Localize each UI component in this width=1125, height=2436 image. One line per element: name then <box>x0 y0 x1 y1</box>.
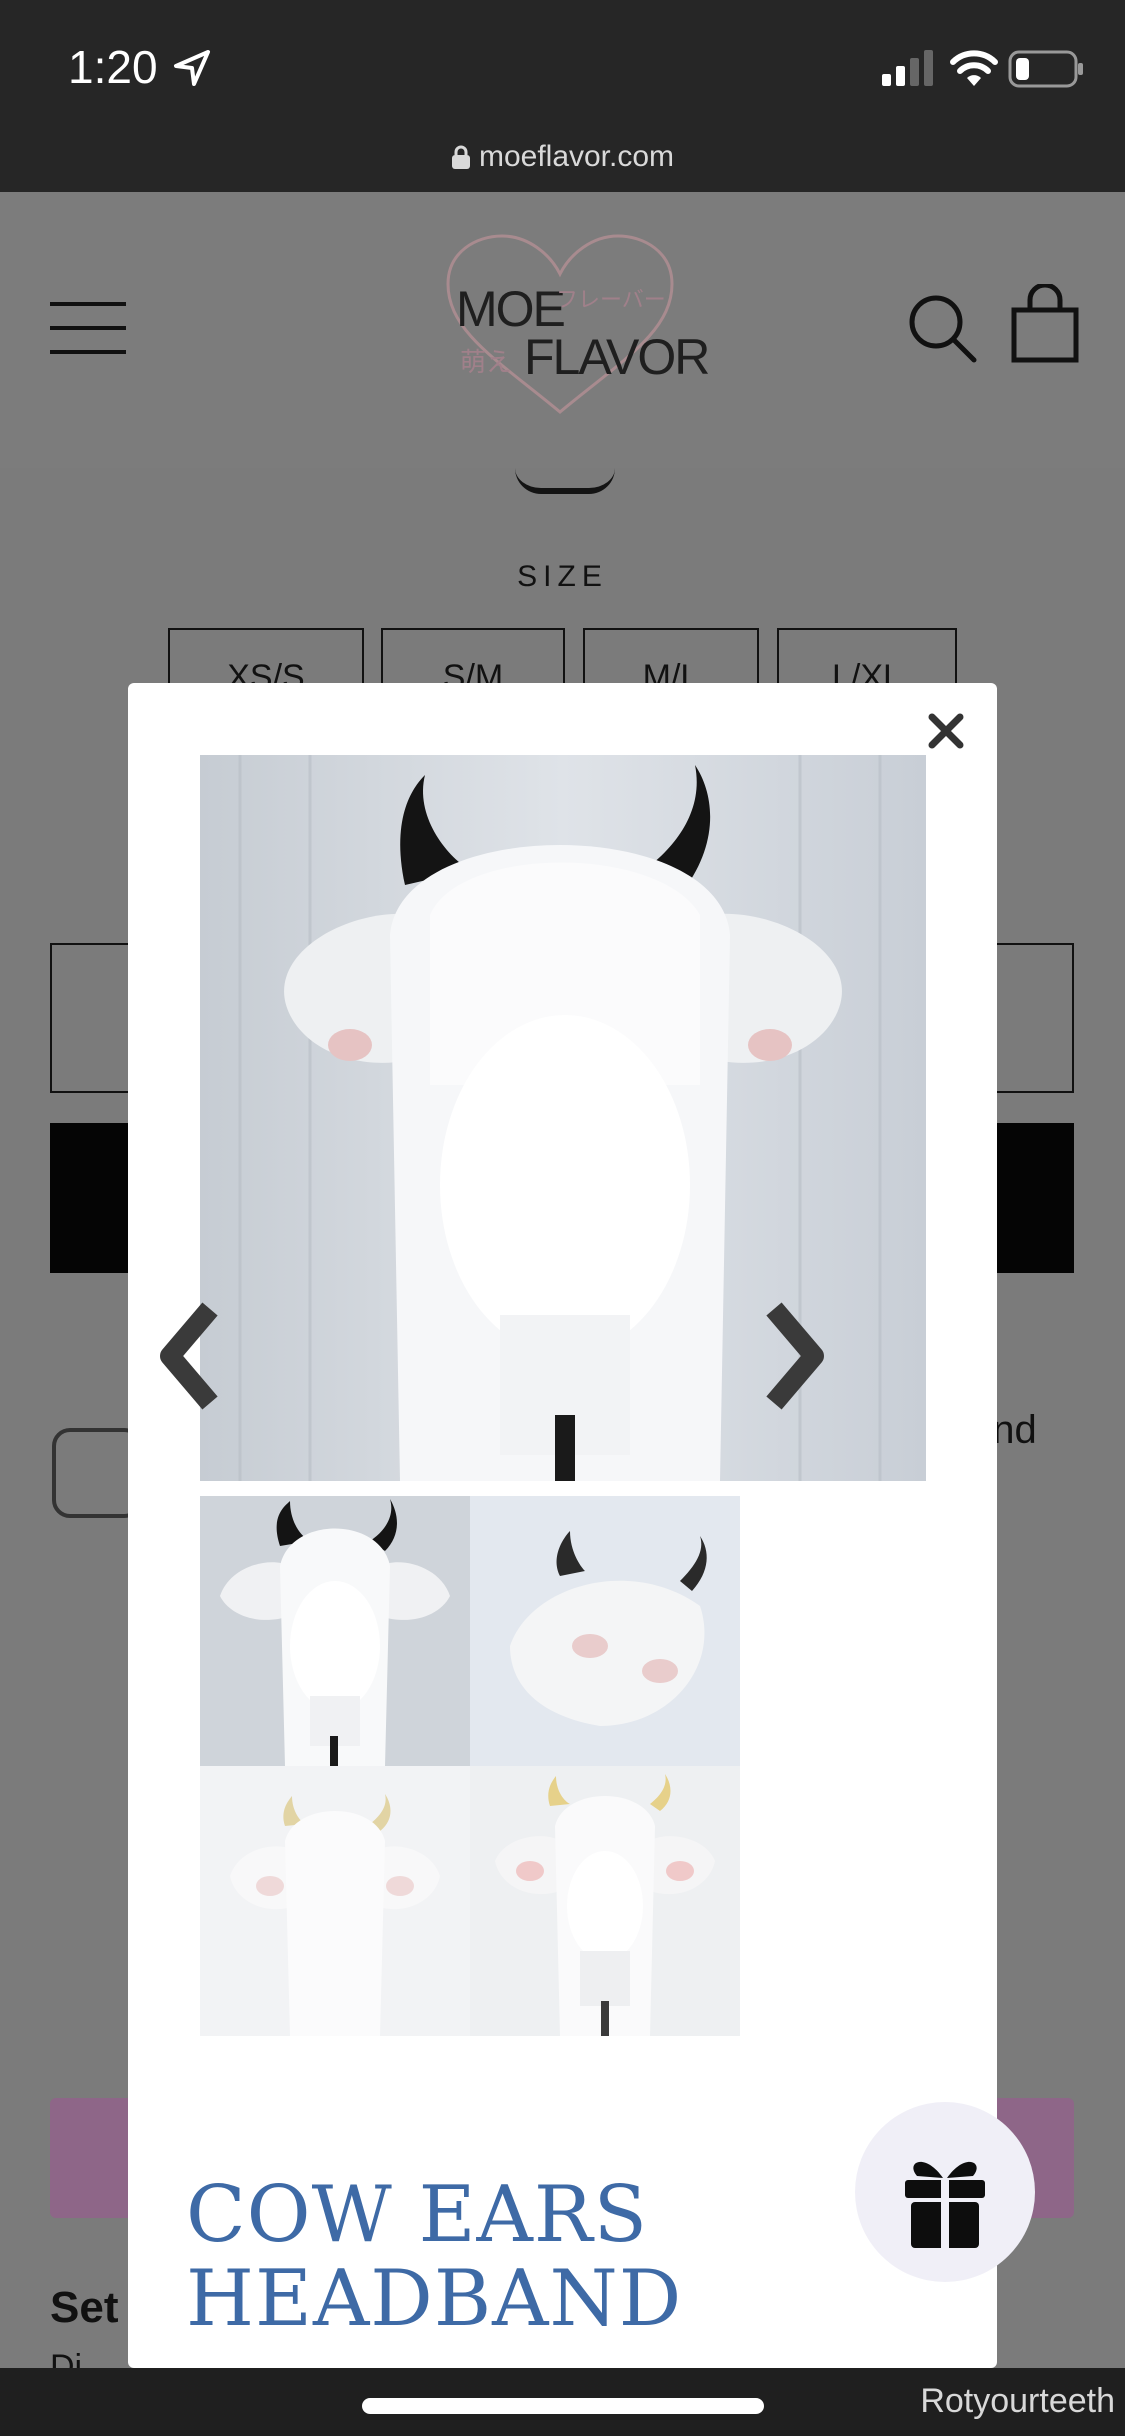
site-logo[interactable]: MOE フレーバー 萌え FLAVOR <box>440 232 710 418</box>
watermark-text: Rotyourteeth <box>920 2382 1115 2420</box>
product-thumbnail-1[interactable] <box>200 1496 470 1766</box>
status-bar: 1:20 moeflavor.com <box>0 0 1125 192</box>
color-swatch[interactable] <box>515 468 615 494</box>
gift-icon <box>905 2161 985 2248</box>
logo-text-katakana: フレーバー <box>556 288 666 313</box>
shopping-bag-icon[interactable] <box>1010 284 1080 364</box>
logo-text-flavor: FLAVOR <box>524 329 710 385</box>
site-header: MOE フレーバー 萌え FLAVOR <box>0 192 1125 470</box>
battery-icon <box>1008 50 1083 88</box>
hamburger-menu-icon[interactable] <box>50 300 126 356</box>
set-heading: Set <box>50 2283 119 2332</box>
product-title-line-1: COW EARS <box>186 2170 649 2260</box>
previous-image-arrow-icon[interactable] <box>156 1301 226 1411</box>
rewards-gift-button[interactable] <box>855 2102 1035 2282</box>
status-time: 1:20 <box>68 41 158 93</box>
size-label: SIZE <box>517 560 608 593</box>
product-thumbnail-3[interactable] <box>200 1766 470 2036</box>
product-thumbnail-2[interactable] <box>470 1496 740 1766</box>
home-indicator[interactable] <box>362 2398 764 2414</box>
product-title-line-2: HEADBAND <box>186 2254 683 2344</box>
search-icon[interactable] <box>906 292 978 364</box>
location-arrow-icon <box>174 50 210 86</box>
product-title: COW EARS HEADBAND <box>186 2173 682 2341</box>
next-image-arrow-icon[interactable] <box>758 1301 828 1411</box>
cellular-signal-icon <box>882 50 933 86</box>
address-bar[interactable]: moeflavor.com <box>0 140 1125 174</box>
bottom-bar: Rotyourteeth <box>0 2368 1125 2436</box>
lock-icon <box>451 145 470 169</box>
url-text: moeflavor.com <box>478 140 675 173</box>
logo-text-kanji: 萌え <box>460 348 513 378</box>
product-thumbnail-4[interactable] <box>470 1766 740 2036</box>
wifi-icon <box>950 50 998 86</box>
close-icon[interactable] <box>918 703 974 759</box>
